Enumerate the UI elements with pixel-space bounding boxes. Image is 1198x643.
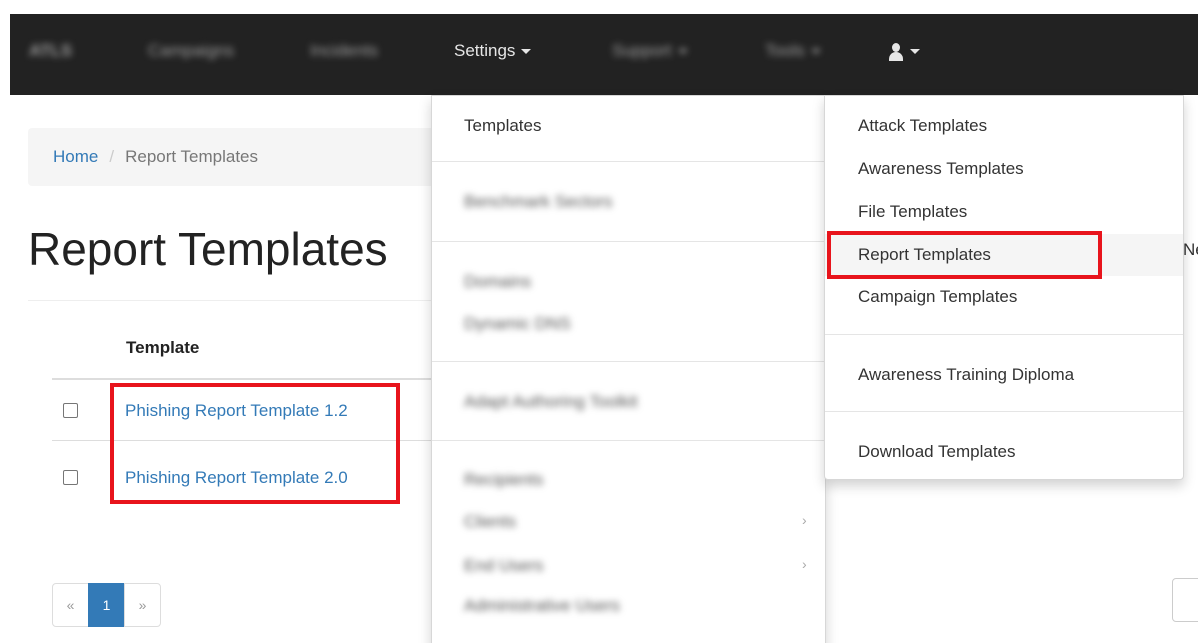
brand-logo[interactable]: ATLS bbox=[29, 14, 72, 95]
menu-divider bbox=[432, 241, 825, 242]
menu-item-benchmark-sectors[interactable]: Benchmark Sectors bbox=[464, 192, 612, 212]
page-title: Report Templates bbox=[28, 223, 388, 275]
caret-down-icon bbox=[677, 49, 688, 55]
menu-divider bbox=[432, 440, 825, 441]
menu-divider bbox=[825, 334, 1183, 335]
menu-item-domains[interactable]: Domains bbox=[464, 272, 531, 292]
table-header-divider bbox=[52, 378, 452, 380]
top-navbar: ATLS Campaigns Incidents Settings Suppor… bbox=[10, 14, 1198, 95]
title-divider bbox=[28, 300, 448, 301]
chevron-right-icon: › bbox=[802, 512, 807, 528]
highlight-box bbox=[827, 231, 1102, 279]
templates-submenu: Attack Templates Awareness Templates Fil… bbox=[824, 95, 1184, 480]
caret-down-icon bbox=[521, 49, 532, 55]
obscured-text: Ne bbox=[1183, 240, 1198, 259]
toolbar-button[interactable] bbox=[1172, 578, 1198, 622]
nav-tools-label: Tools bbox=[765, 41, 805, 60]
submenu-item-download-templates[interactable]: Download Templates bbox=[858, 442, 1016, 462]
nav-incidents[interactable]: Incidents bbox=[310, 14, 378, 95]
caret-down-icon bbox=[810, 49, 821, 55]
menu-item-end-users[interactable]: End Users bbox=[464, 556, 543, 576]
pagination-page-1[interactable]: 1 bbox=[88, 583, 125, 627]
nav-settings-dropdown[interactable]: Settings bbox=[454, 14, 532, 95]
row-checkbox[interactable] bbox=[63, 470, 78, 485]
submenu-item-file-templates[interactable]: File Templates bbox=[858, 202, 967, 222]
menu-item-dynamic-dns[interactable]: Dynamic DNS bbox=[464, 314, 571, 334]
nav-settings-label: Settings bbox=[454, 41, 516, 60]
pagination-next-button[interactable]: » bbox=[124, 583, 161, 627]
submenu-item-campaign-templates[interactable]: Campaign Templates bbox=[858, 287, 1017, 307]
nav-campaigns[interactable]: Campaigns bbox=[148, 14, 234, 95]
submenu-item-awareness-templates[interactable]: Awareness Templates bbox=[858, 159, 1024, 179]
submenu-item-attack-templates[interactable]: Attack Templates bbox=[858, 116, 987, 136]
breadcrumb: Home / Report Templates bbox=[28, 128, 448, 186]
nav-tools-dropdown[interactable]: Tools bbox=[765, 14, 821, 95]
user-icon bbox=[888, 42, 904, 61]
submenu-item-awareness-training-diploma[interactable]: Awareness Training Diploma bbox=[858, 365, 1074, 385]
caret-down-icon bbox=[910, 49, 920, 55]
menu-item-administrative-users[interactable]: Administrative Users bbox=[464, 596, 620, 616]
breadcrumb-separator: / bbox=[109, 147, 115, 166]
nav-user-dropdown[interactable] bbox=[888, 14, 920, 95]
menu-divider bbox=[432, 361, 825, 362]
nav-support-label: Support bbox=[612, 41, 672, 60]
menu-divider bbox=[432, 161, 825, 162]
menu-item-templates[interactable]: Templates bbox=[464, 116, 541, 136]
menu-item-recipients[interactable]: Recipients bbox=[464, 470, 543, 490]
menu-item-clients[interactable]: Clients bbox=[464, 512, 516, 532]
menu-item-adapt-authoring-toolkit[interactable]: Adapt Authoring Toolkit bbox=[464, 392, 638, 412]
pagination-prev-button[interactable]: « bbox=[52, 583, 89, 627]
menu-divider bbox=[825, 411, 1183, 412]
pagination: « 1 » bbox=[52, 583, 161, 627]
settings-dropdown-menu: Templates Benchmark Sectors Domains Dyna… bbox=[431, 95, 826, 643]
row-checkbox[interactable] bbox=[63, 403, 78, 418]
breadcrumb-home-link[interactable]: Home bbox=[53, 147, 98, 166]
column-header-template[interactable]: Template bbox=[126, 338, 199, 358]
highlight-box bbox=[110, 383, 400, 504]
chevron-right-icon: › bbox=[802, 556, 807, 572]
breadcrumb-current: Report Templates bbox=[125, 147, 259, 166]
nav-support-dropdown[interactable]: Support bbox=[612, 14, 688, 95]
